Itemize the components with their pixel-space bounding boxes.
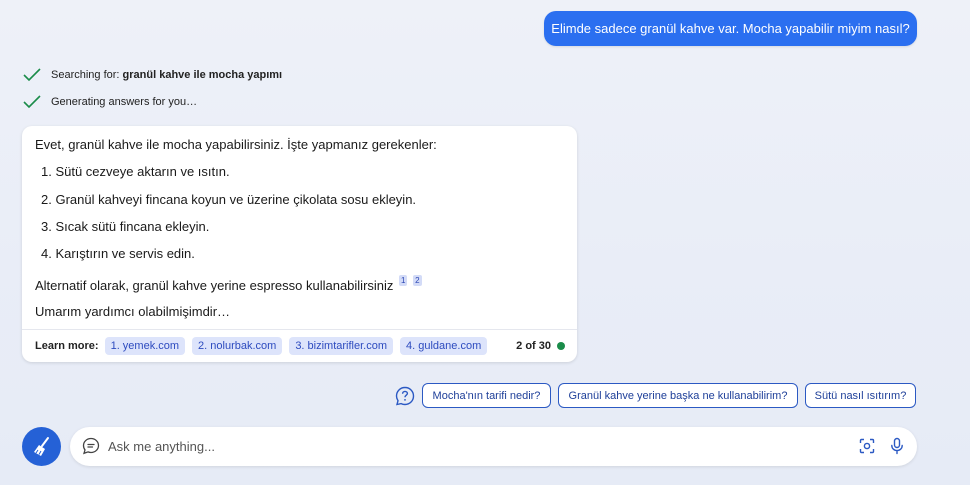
- source-link[interactable]: 2. nolurbak.com: [192, 337, 283, 355]
- search-query: granül kahve ile mocha yapımı: [122, 69, 283, 81]
- suggestion-chip[interactable]: Granül kahve yerine başka ne kullanabili…: [558, 383, 798, 408]
- answer-alternative: Alternatif olarak, granül kahve yerine e…: [35, 275, 422, 293]
- answer-step: 1. Sütü cezveye aktarın ve ısıtın.: [41, 164, 230, 179]
- status-searching-prefix: Searching for:: [51, 69, 120, 81]
- chat-input-box[interactable]: Ask me anything...: [70, 427, 917, 466]
- status-searching: Searching for: granül kahve ile mocha ya…: [23, 68, 282, 82]
- check-icon: [23, 68, 41, 82]
- suggestion-chip[interactable]: Sütü nasıl ısıtırım?: [805, 383, 916, 408]
- citation-badge[interactable]: 2: [413, 275, 422, 286]
- citation-badge[interactable]: 1: [399, 275, 408, 286]
- source-link[interactable]: 4. guldane.com: [400, 337, 488, 355]
- answer-alternative-text: Alternatif olarak, granül kahve yerine e…: [35, 278, 394, 293]
- answer-closing: Umarım yardımcı olabilmişimdir…: [35, 304, 231, 319]
- chat-input-placeholder[interactable]: Ask me anything...: [108, 439, 215, 454]
- turn-counter: 2 of 30: [516, 340, 565, 352]
- new-topic-button[interactable]: [22, 427, 61, 466]
- answer-step: 2. Granül kahveyi fincana koyun ve üzeri…: [41, 192, 417, 207]
- check-icon: [23, 95, 41, 109]
- status-generating: Generating answers for you…: [23, 95, 197, 109]
- learn-more-label: Learn more:: [35, 340, 99, 352]
- answer-intro: Evet, granül kahve ile mocha yapabilirsi…: [35, 137, 437, 152]
- learn-more-bar: Learn more: 1. yemek.com 2. nolurbak.com…: [22, 329, 577, 362]
- answer-card: Evet, granül kahve ile mocha yapabilirsi…: [22, 126, 577, 362]
- suggestion-chip[interactable]: Mocha'nın tarifi nedir?: [422, 383, 551, 408]
- turn-counter-text: 2 of 30: [516, 340, 551, 352]
- chat-icon: [82, 437, 100, 455]
- visual-search-icon[interactable]: [859, 438, 875, 454]
- microphone-icon[interactable]: [888, 437, 906, 455]
- source-link[interactable]: 1. yemek.com: [104, 337, 186, 355]
- answer-step: 3. Sıcak sütü fincana ekleyin.: [41, 219, 210, 234]
- answer-step: 4. Karıştırın ve servis edin.: [41, 246, 195, 261]
- broom-icon: [33, 436, 49, 456]
- user-message-bubble: Elimde sadece granül kahve var. Mocha ya…: [544, 11, 917, 46]
- status-dot: [557, 342, 565, 350]
- status-generating-text: Generating answers for you…: [51, 96, 198, 108]
- help-icon[interactable]: [395, 386, 415, 406]
- source-link[interactable]: 3. bizimtarifler.com: [289, 337, 394, 355]
